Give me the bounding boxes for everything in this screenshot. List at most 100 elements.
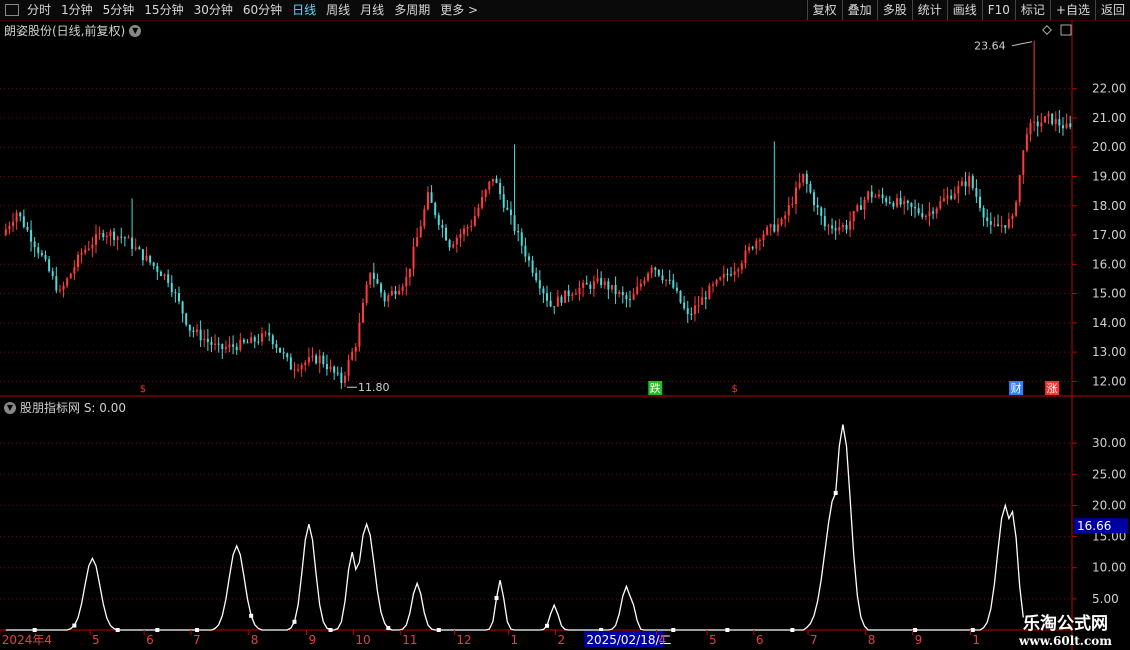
function-button[interactable]: 叠加 xyxy=(841,0,877,20)
chevron-down-icon[interactable]: ▼ xyxy=(129,24,142,37)
candle-body xyxy=(307,357,310,363)
candle-body xyxy=(315,355,318,364)
price-tick-label: 14.00 xyxy=(1092,316,1126,330)
candle-body xyxy=(185,313,188,325)
candle-body xyxy=(506,207,509,210)
candle-body xyxy=(863,199,866,210)
period-tab[interactable]: 日线 xyxy=(287,0,321,20)
candle-body xyxy=(989,221,992,225)
candle-body xyxy=(228,344,231,348)
candle-body xyxy=(1018,174,1021,203)
candle-body xyxy=(232,344,235,347)
candle-body xyxy=(650,267,653,274)
candle-body xyxy=(109,231,112,236)
candle-body xyxy=(784,215,787,220)
candle-body xyxy=(444,227,447,241)
candle-body xyxy=(794,187,797,205)
candle-body xyxy=(1011,215,1014,220)
candle-body xyxy=(614,284,617,294)
candle-body xyxy=(896,198,899,207)
candle-body xyxy=(654,267,657,270)
candle-body xyxy=(859,205,862,210)
window-icon[interactable] xyxy=(5,4,19,16)
candle-body xyxy=(914,206,917,209)
candle-body xyxy=(76,254,79,268)
date-label: 1 xyxy=(511,633,519,647)
candle-body xyxy=(704,297,707,300)
function-button[interactable]: +自选 xyxy=(1049,0,1095,20)
candle-body xyxy=(740,263,743,270)
event-marker: 财 xyxy=(1011,381,1022,395)
candle-body xyxy=(964,181,967,187)
period-tab[interactable]: 1分钟 xyxy=(56,0,98,20)
candle-body xyxy=(55,276,58,291)
kline-chart[interactable]: 23.64 11.80 22.00 21.00 20.00 19.00 18.00 17.0… xyxy=(0,20,1130,650)
function-button[interactable]: 复权 xyxy=(806,0,842,20)
candle-body xyxy=(1058,119,1061,126)
candle-body xyxy=(336,372,339,374)
candle-body xyxy=(625,295,628,300)
candle-body xyxy=(408,268,411,278)
indicator-dot xyxy=(494,596,499,601)
candle-body xyxy=(813,192,816,206)
function-button[interactable]: 返回 xyxy=(1094,0,1130,20)
candle-body xyxy=(145,255,148,261)
candle-body xyxy=(693,305,696,315)
candle-body xyxy=(553,306,556,308)
indicator-title: ▼ 股朋指标网 S: 0.00 xyxy=(4,399,126,416)
candle-body xyxy=(199,329,202,341)
period-tab[interactable]: 周线 xyxy=(321,0,355,20)
candle-body xyxy=(791,204,794,206)
candle-body xyxy=(834,228,837,231)
period-tab[interactable]: 30分钟 xyxy=(189,0,238,20)
candle-body xyxy=(141,249,144,261)
candle-body xyxy=(354,346,357,352)
candle-body xyxy=(401,286,404,291)
period-tab[interactable]: 60分钟 xyxy=(238,0,287,20)
candle-body xyxy=(95,234,98,245)
function-button[interactable]: F10 xyxy=(981,0,1015,20)
candle-body xyxy=(513,215,516,231)
period-tab[interactable]: 更多 > xyxy=(435,0,483,20)
candle-body xyxy=(567,290,570,296)
period-tab[interactable]: 5分钟 xyxy=(98,0,140,20)
candle-body xyxy=(380,283,383,293)
candle-body xyxy=(289,357,292,370)
candle-body xyxy=(582,282,585,288)
candle-body xyxy=(488,181,491,190)
candle-body xyxy=(268,332,271,336)
period-tab[interactable]: 分时 xyxy=(22,0,56,20)
candle-body xyxy=(426,192,429,210)
candle-body xyxy=(246,342,249,344)
period-tab[interactable]: 15分钟 xyxy=(139,0,188,20)
candle-body xyxy=(351,351,354,360)
candle-body xyxy=(484,189,487,198)
panel-toggle-icon xyxy=(1060,24,1072,36)
function-button[interactable]: 标记 xyxy=(1014,0,1050,20)
candle-body xyxy=(708,285,711,300)
period-tab[interactable]: 多周期 xyxy=(389,0,435,20)
candle-body xyxy=(711,284,714,286)
candle-body xyxy=(340,372,343,384)
candle-body xyxy=(531,260,534,273)
function-button[interactable]: 画线 xyxy=(946,0,982,20)
candle-body xyxy=(867,191,870,200)
function-button[interactable]: 多股 xyxy=(876,0,912,20)
candle-body xyxy=(419,226,422,238)
function-button[interactable]: 统计 xyxy=(911,0,947,20)
candle-body xyxy=(80,252,83,255)
candle-body xyxy=(156,265,159,272)
indicator-dot xyxy=(970,628,975,632)
candle-body xyxy=(527,256,530,261)
candle-body xyxy=(877,194,880,197)
period-tab[interactable]: 月线 xyxy=(355,0,389,20)
candle-body xyxy=(48,259,51,272)
date-label: 2 xyxy=(557,633,565,647)
candle-body xyxy=(235,346,238,351)
candle-body xyxy=(188,324,191,331)
candle-body xyxy=(986,217,989,222)
chevron-down-icon[interactable]: ▼ xyxy=(4,401,16,414)
candle-body xyxy=(84,249,87,253)
candle-body xyxy=(343,375,346,384)
candle-body xyxy=(174,292,177,294)
